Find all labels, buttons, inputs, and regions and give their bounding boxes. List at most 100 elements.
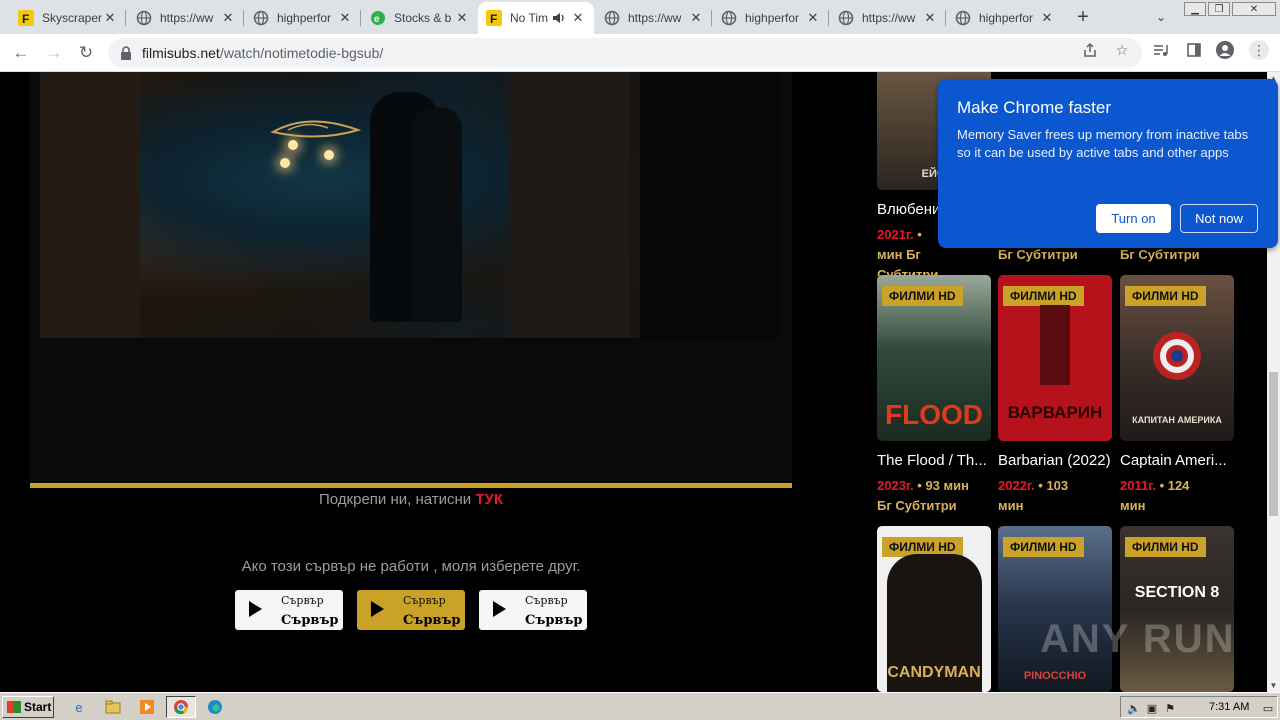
close-icon[interactable]: ✕ — [922, 10, 938, 26]
support-text: Подкрепи ни, натисни ТУК — [319, 491, 503, 508]
server-hint: Ако този сървър не работи , моля изберет… — [241, 558, 581, 575]
tab-stocks[interactable]: e Stocks & b ✕ — [362, 2, 478, 34]
edge-icon[interactable] — [206, 698, 224, 716]
movie-title[interactable]: The Flood / Th... — [877, 452, 995, 469]
profile-avatar-icon[interactable] — [1216, 41, 1234, 59]
server-1-button[interactable]: Сървър Сървър 1 — [235, 590, 352, 630]
close-icon[interactable]: ✕ — [337, 10, 353, 26]
chandelier-icon — [270, 120, 362, 138]
browser-toolbar: ← → ↻ filmisubs.net/watch/notimetodie-bg… — [0, 34, 1280, 72]
globe-icon — [721, 10, 737, 26]
flag-icon[interactable]: ⚑ — [1163, 701, 1177, 715]
play-icon — [493, 601, 506, 617]
movie-poster-barbarian[interactable]: ФИЛМИ HD ВАРВАРИН — [998, 275, 1112, 441]
play-icon — [371, 601, 384, 617]
share-icon[interactable] — [1081, 41, 1099, 59]
svg-text:e: e — [374, 14, 380, 25]
movie-poster-candyman[interactable]: ФИЛМИ HD CANDYMAN — [877, 526, 991, 692]
movie-meta: 2022г. • 103 — [998, 478, 1069, 493]
globe-icon — [604, 10, 620, 26]
tab-no-time-to-die[interactable]: F No Tim ✕ — [478, 2, 594, 34]
close-icon[interactable]: ✕ — [102, 10, 118, 26]
address-bar[interactable]: filmisubs.net/watch/notimetodie-bgsub/ — [108, 38, 1142, 68]
server-3-button[interactable]: Сървър Сървър 3 — [479, 590, 596, 630]
tab-title: highperfor — [277, 11, 332, 25]
ie-icon[interactable]: e — [70, 698, 88, 716]
tab-https-1[interactable]: https://ww ✕ — [128, 2, 244, 34]
bookmark-star-icon[interactable]: ☆ — [1113, 41, 1131, 59]
show-desktop-icon[interactable]: ▭ — [1261, 701, 1275, 715]
movie-meta: Бг Субтитри — [998, 247, 1078, 262]
hd-badge: ФИЛМИ HD — [882, 286, 963, 306]
memory-saver-popup: Make Chrome faster Memory Saver frees up… — [938, 79, 1278, 248]
movie-poster-pinocchio[interactable]: ФИЛМИ HD PINOCCHIO — [998, 526, 1112, 692]
tab-https-2[interactable]: https://ww ✕ — [596, 2, 712, 34]
reload-icon[interactable]: ↻ — [75, 42, 97, 64]
maximize-button[interactable]: ❐ — [1208, 2, 1230, 16]
watermark: ANY RUN — [1040, 617, 1236, 661]
close-icon[interactable]: ✕ — [220, 10, 236, 26]
video-progress-bar[interactable] — [30, 483, 792, 488]
media-control-icon[interactable] — [1152, 41, 1170, 59]
green-e-icon: e — [370, 10, 386, 26]
movie-poster-section-8[interactable]: ФИЛМИ HD SECTION 8 — [1120, 526, 1234, 692]
tab-strip: F Skyscraper ✕ https://ww ✕ highperfor ✕… — [0, 0, 1280, 34]
new-tab-button[interactable]: + — [1072, 6, 1094, 28]
popup-title: Make Chrome faster — [957, 98, 1111, 117]
server-2-button[interactable]: Сървър Сървър 2 — [357, 590, 474, 630]
globe-icon — [955, 10, 971, 26]
tab-title: Stocks & b — [394, 11, 452, 25]
movie-meta: мин Бг — [877, 247, 921, 262]
minimize-button[interactable]: ▁ — [1184, 2, 1206, 16]
side-panel-icon[interactable] — [1185, 41, 1203, 59]
lock-icon[interactable] — [120, 46, 134, 60]
movie-meta: 2023г. • 93 мин — [877, 478, 969, 493]
media-player-icon[interactable] — [138, 698, 156, 716]
tab-title: highperfor — [745, 11, 800, 25]
play-icon — [249, 601, 262, 617]
close-icon[interactable]: ✕ — [454, 10, 470, 26]
close-icon[interactable]: ✕ — [688, 10, 704, 26]
tab-highperfor-2[interactable]: highperfor ✕ — [713, 2, 829, 34]
close-window-button[interactable]: ✕ — [1232, 2, 1276, 16]
movie-meta: мин — [998, 498, 1024, 513]
tab-search-chevron-icon[interactable]: ⌄ — [1152, 8, 1170, 26]
clock: 7:31 AM — [1209, 701, 1250, 713]
network-icon[interactable]: ▣ — [1145, 701, 1159, 715]
globe-icon — [838, 10, 854, 26]
globe-icon — [253, 10, 269, 26]
scroll-down-arrow-icon[interactable]: ▼ — [1267, 679, 1280, 692]
shield-icon — [1153, 332, 1201, 380]
scroll-thumb[interactable] — [1269, 372, 1278, 516]
video-player[interactable] — [30, 72, 792, 488]
movie-title[interactable]: Barbarian (2022) — [998, 452, 1116, 469]
close-icon[interactable]: ✕ — [805, 10, 821, 26]
volume-icon[interactable]: 🔈 — [1127, 701, 1141, 715]
tab-highperfor-1[interactable]: highperfor ✕ — [245, 2, 361, 34]
movie-meta: мин — [1120, 498, 1146, 513]
movie-title[interactable]: Captain Ameri... — [1120, 452, 1238, 469]
turn-on-button[interactable]: Turn on — [1096, 204, 1171, 233]
movie-poster-flood[interactable]: ФИЛМИ HD FLOOD — [877, 275, 991, 441]
speaker-icon[interactable] — [550, 10, 566, 26]
not-now-button[interactable]: Not now — [1180, 204, 1258, 233]
folder-icon[interactable] — [104, 698, 122, 716]
support-link[interactable]: ТУК — [475, 491, 503, 508]
tab-https-3[interactable]: https://ww ✕ — [830, 2, 946, 34]
forward-arrow-icon[interactable]: → — [43, 42, 65, 64]
tab-title: https://ww — [862, 11, 916, 25]
back-arrow-icon[interactable]: ← — [10, 42, 32, 64]
hd-badge: ФИЛМИ HD — [1003, 286, 1084, 306]
yellow-f-icon: F — [18, 10, 34, 26]
tab-title: No Tim — [510, 11, 549, 25]
hd-badge: ФИЛМИ HD — [1125, 286, 1206, 306]
movie-poster-captain-america[interactable]: ФИЛМИ HD КАПИТАН АМЕРИКА — [1120, 275, 1234, 441]
start-button[interactable]: Start — [2, 696, 54, 718]
kebab-menu-icon[interactable]: ⋮ — [1249, 40, 1269, 60]
chrome-taskbar-button[interactable] — [166, 696, 196, 718]
close-icon[interactable]: ✕ — [570, 10, 586, 26]
tab-highperfor-3[interactable]: highperfor ✕ — [947, 2, 1063, 34]
close-icon[interactable]: ✕ — [1039, 10, 1055, 26]
tab-skyscraper[interactable]: F Skyscraper ✕ — [10, 2, 126, 34]
video-frame[interactable] — [40, 72, 782, 338]
